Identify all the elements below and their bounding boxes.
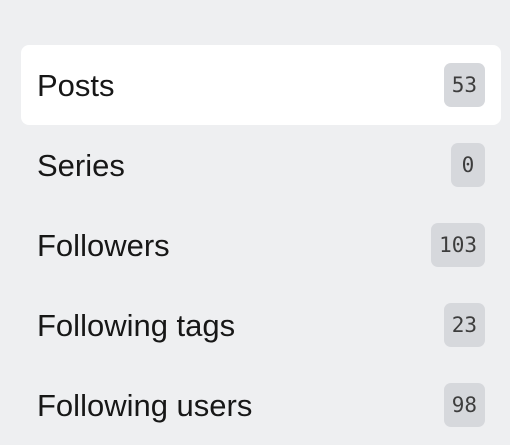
count-badge: 23 <box>443 303 485 347</box>
nav-item-posts[interactable]: Posts 53 <box>21 45 501 125</box>
count-badge: 0 <box>451 143 485 187</box>
count-badge: 103 <box>431 223 485 267</box>
nav-item-following-tags[interactable]: Following tags 23 <box>21 285 501 365</box>
nav-item-label: Following tags <box>37 307 236 343</box>
nav-item-series[interactable]: Series 0 <box>21 125 501 205</box>
nav-item-following-users[interactable]: Following users 98 <box>21 365 501 445</box>
count-badge: 98 <box>443 383 485 427</box>
nav-item-label: Followers <box>37 227 170 263</box>
nav-item-followers[interactable]: Followers 103 <box>21 205 501 285</box>
count-badge: 53 <box>443 63 485 107</box>
nav-item-label: Series <box>37 147 125 183</box>
nav-item-label: Posts <box>37 67 115 103</box>
nav-item-label: Following users <box>37 387 253 423</box>
profile-sidebar-nav: Posts 53 Series 0 Followers 103 Followin… <box>21 45 501 445</box>
